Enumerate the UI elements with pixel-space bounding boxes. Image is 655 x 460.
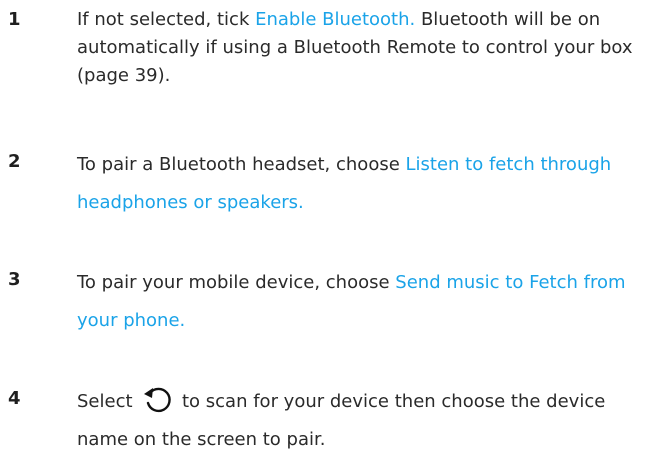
step-text: To pair your mobile device, choose Send … (77, 264, 647, 340)
enable-bluetooth-link[interactable]: Enable Bluetooth. (255, 9, 415, 30)
step-number: 2 (8, 151, 21, 172)
step-text: If not selected, tick Enable Bluetooth. … (77, 6, 647, 90)
step-number: 3 (8, 269, 21, 290)
step-number: 4 (8, 388, 21, 409)
refresh-icon (140, 384, 174, 414)
step-text-before: If not selected, tick (77, 9, 256, 30)
step-text: Select to scan for your device then choo… (77, 383, 647, 459)
step-number: 1 (8, 9, 21, 30)
step-text-before: To pair a Bluetooth headset, choose (77, 154, 406, 175)
step-text-before: To pair your mobile device, choose (77, 272, 396, 293)
step-text-before: Select (77, 391, 139, 412)
step-text: To pair a Bluetooth headset, choose List… (77, 146, 647, 222)
